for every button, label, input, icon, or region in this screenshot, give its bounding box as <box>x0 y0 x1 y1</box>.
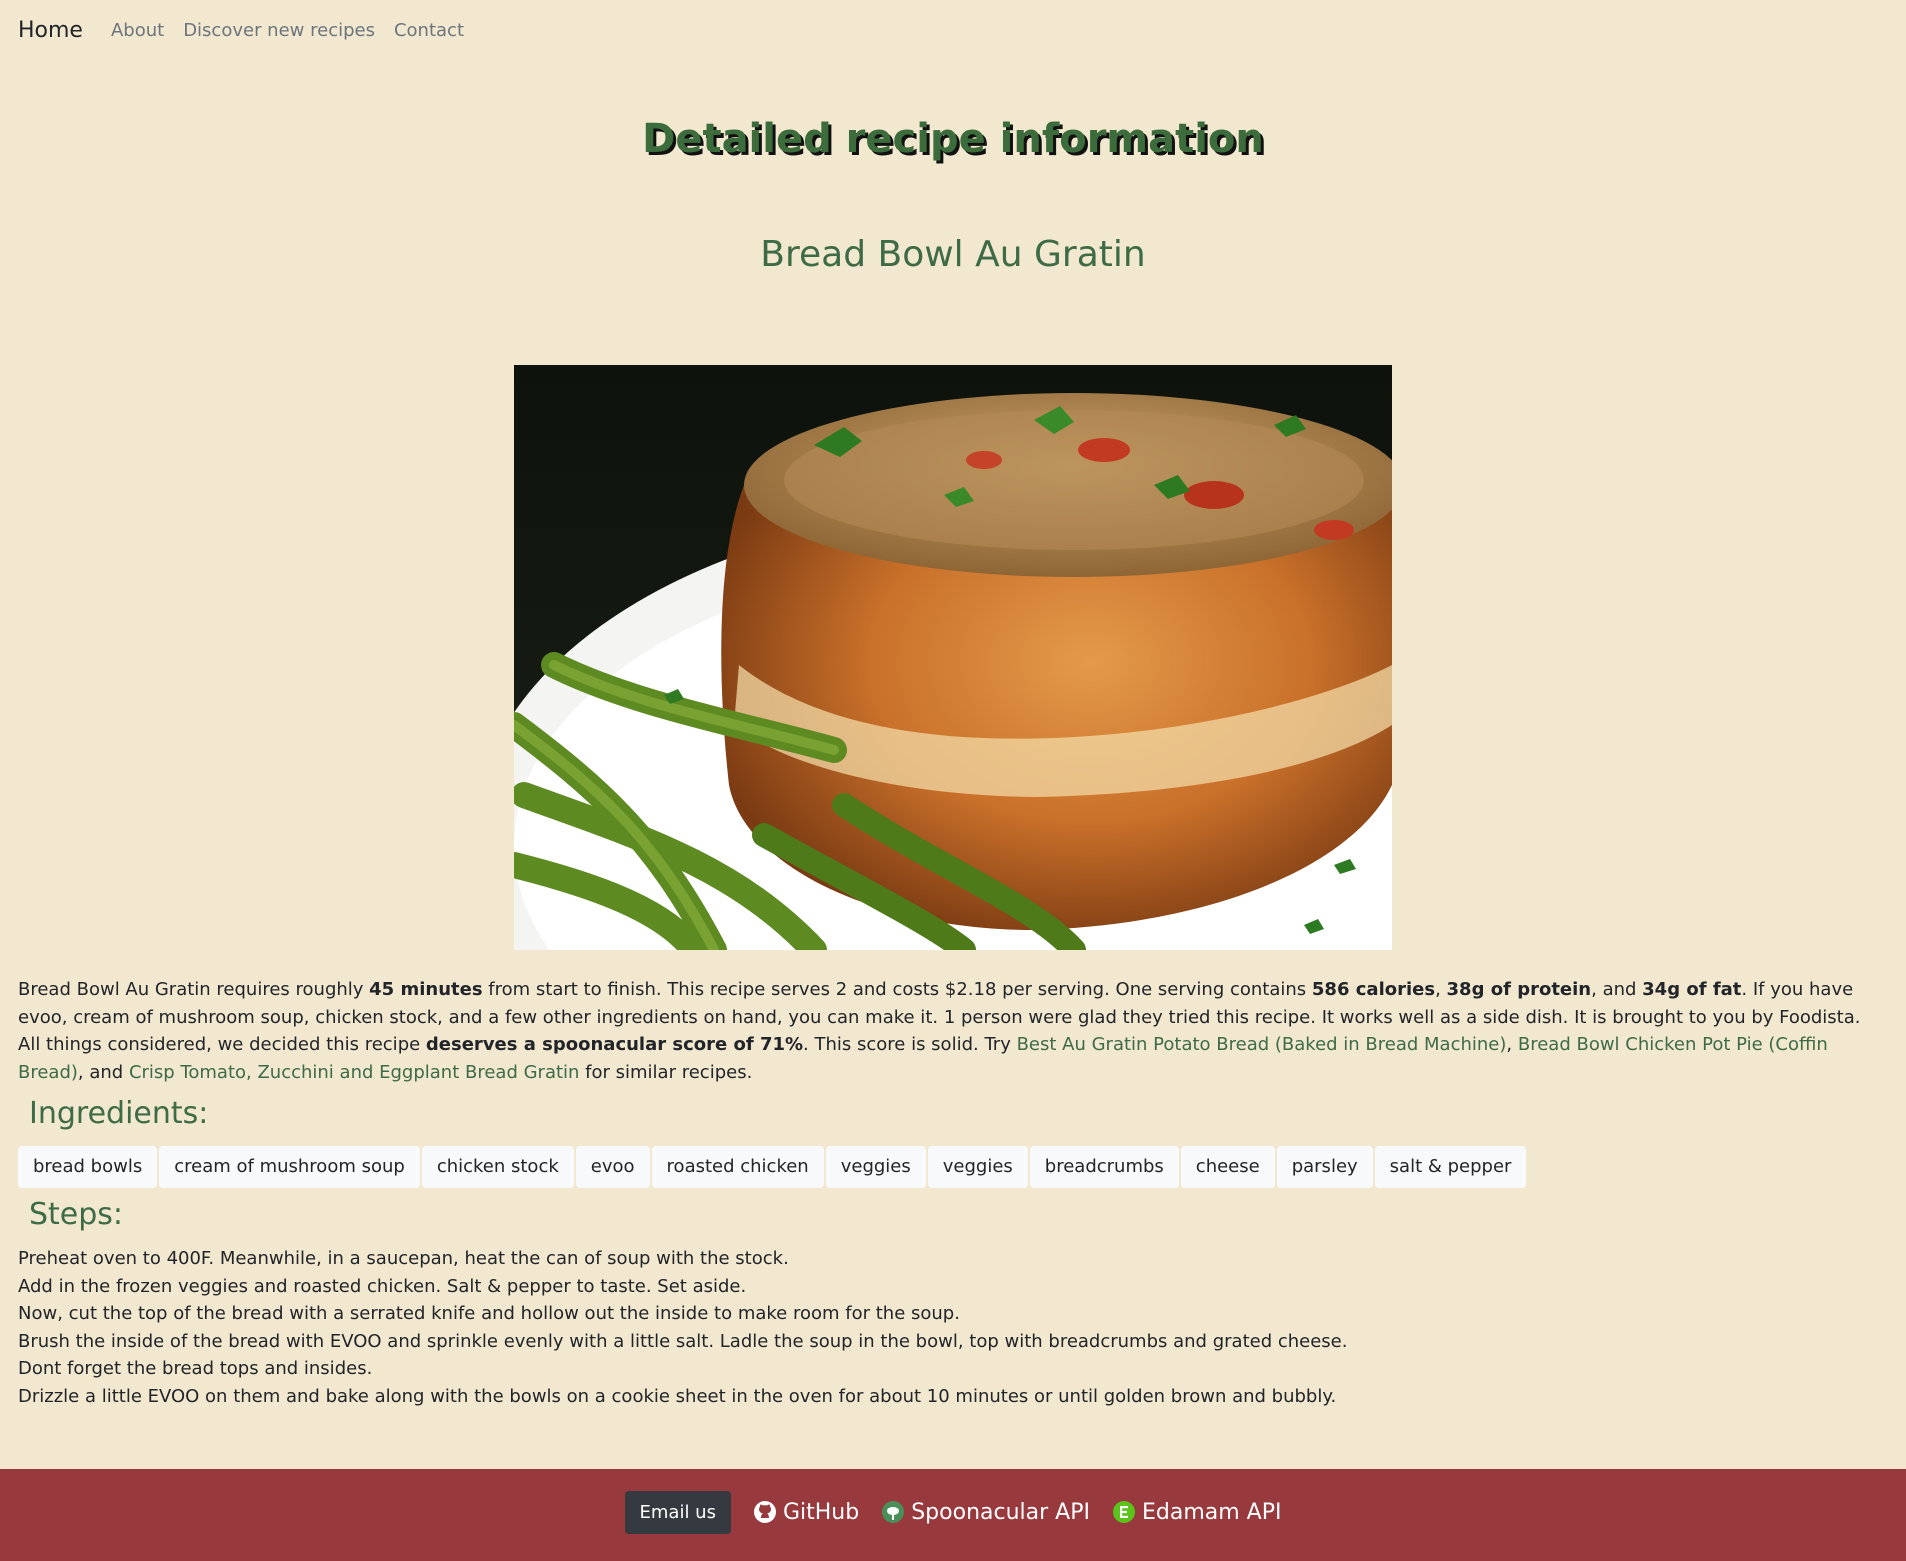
step-item: Preheat oven to 400F. Meanwhile, in a sa… <box>18 1248 789 1269</box>
step-item: Now, cut the top of the bread with a ser… <box>18 1303 960 1324</box>
summary-text: , <box>1506 1034 1518 1055</box>
nav-discover-link[interactable]: Discover new recipes <box>183 20 375 41</box>
ingredient-chip: cheese <box>1180 1146 1275 1188</box>
step-item: Dont forget the bread tops and insides. <box>18 1358 373 1379</box>
summary-score: deserves a spoonacular score of 71% <box>425 1034 804 1055</box>
spoonacular-link[interactable]: Spoonacular API <box>881 1500 1090 1525</box>
nav-contact-link[interactable]: Contact <box>394 20 464 41</box>
github-link[interactable]: GitHub <box>753 1500 859 1525</box>
summary-text: , <box>1435 979 1447 1000</box>
summary-protein: 38g of protein <box>1446 979 1592 1000</box>
ingredients-heading: Ingredients: <box>29 1096 209 1131</box>
navbar: Home About Discover new recipes Contact <box>18 14 483 46</box>
page-title: Detailed recipe information <box>642 116 1264 162</box>
spoonacular-icon <box>881 1500 905 1524</box>
similar-recipe-link[interactable]: Best Au Gratin Potato Bread (Baked in Br… <box>1017 1034 1507 1055</box>
steps-list: Preheat oven to 400F. Meanwhile, in a sa… <box>18 1245 1347 1410</box>
ingredient-chip: cream of mushroom soup <box>159 1146 420 1188</box>
ingredient-chip: roasted chicken <box>651 1146 824 1188</box>
edamam-label: Edamam API <box>1141 1499 1282 1525</box>
steps-heading: Steps: <box>29 1197 124 1232</box>
github-icon <box>753 1500 777 1524</box>
edamam-icon <box>1112 1500 1136 1524</box>
summary-text: , and <box>77 1061 129 1083</box>
recipe-title: Bread Bowl Au Gratin <box>760 234 1146 275</box>
spoonacular-label: Spoonacular API <box>911 1499 1090 1525</box>
summary-calories: 586 calories <box>1311 979 1436 1000</box>
summary-text: . This score is solid. Try <box>803 1034 1017 1055</box>
nav-home-link[interactable]: Home <box>18 18 83 43</box>
summary-time: 45 minutes <box>369 979 483 1000</box>
footer: Email us GitHub Spoonacular API Edamam A… <box>0 1469 1906 1561</box>
recipe-photo <box>514 365 1392 950</box>
ingredients-list: bread bowls cream of mushroom soup chick… <box>18 1146 1528 1188</box>
ingredient-chip: bread bowls <box>18 1146 158 1188</box>
nav-about-link[interactable]: About <box>111 20 164 41</box>
summary-text: , and <box>1591 979 1643 1000</box>
ingredient-chip: veggies <box>825 1146 926 1188</box>
similar-recipe-link[interactable]: Crisp Tomato, Zucchini and Eggplant Brea… <box>129 1062 580 1083</box>
ingredient-chip: salt & pepper <box>1374 1146 1527 1188</box>
ingredient-chip: breadcrumbs <box>1029 1146 1179 1188</box>
github-label: GitHub <box>782 1499 860 1525</box>
summary-text: for similar recipes. <box>579 1061 753 1083</box>
email-us-button[interactable]: Email us <box>624 1490 731 1534</box>
edamam-link[interactable]: Edamam API <box>1112 1499 1282 1525</box>
summary-text: Bread Bowl Au Gratin requires roughly <box>18 979 370 1000</box>
ingredient-chip: veggies <box>927 1146 1028 1188</box>
step-item: Drizzle a little EVOO on them and bake a… <box>18 1385 1337 1407</box>
summary-fat: 34g of fat <box>1642 979 1742 1000</box>
summary-text: from start to finish. This recipe serves… <box>482 979 1312 1000</box>
ingredient-chip: parsley <box>1276 1146 1373 1188</box>
ingredient-chip: chicken stock <box>421 1146 574 1188</box>
ingredient-chip: evoo <box>575 1146 650 1188</box>
recipe-summary: Bread Bowl Au Gratin requires roughly 45… <box>18 976 1888 1086</box>
step-item: Brush the inside of the bread with EVOO … <box>18 1330 1348 1352</box>
step-item: Add in the frozen veggies and roasted ch… <box>18 1275 747 1297</box>
